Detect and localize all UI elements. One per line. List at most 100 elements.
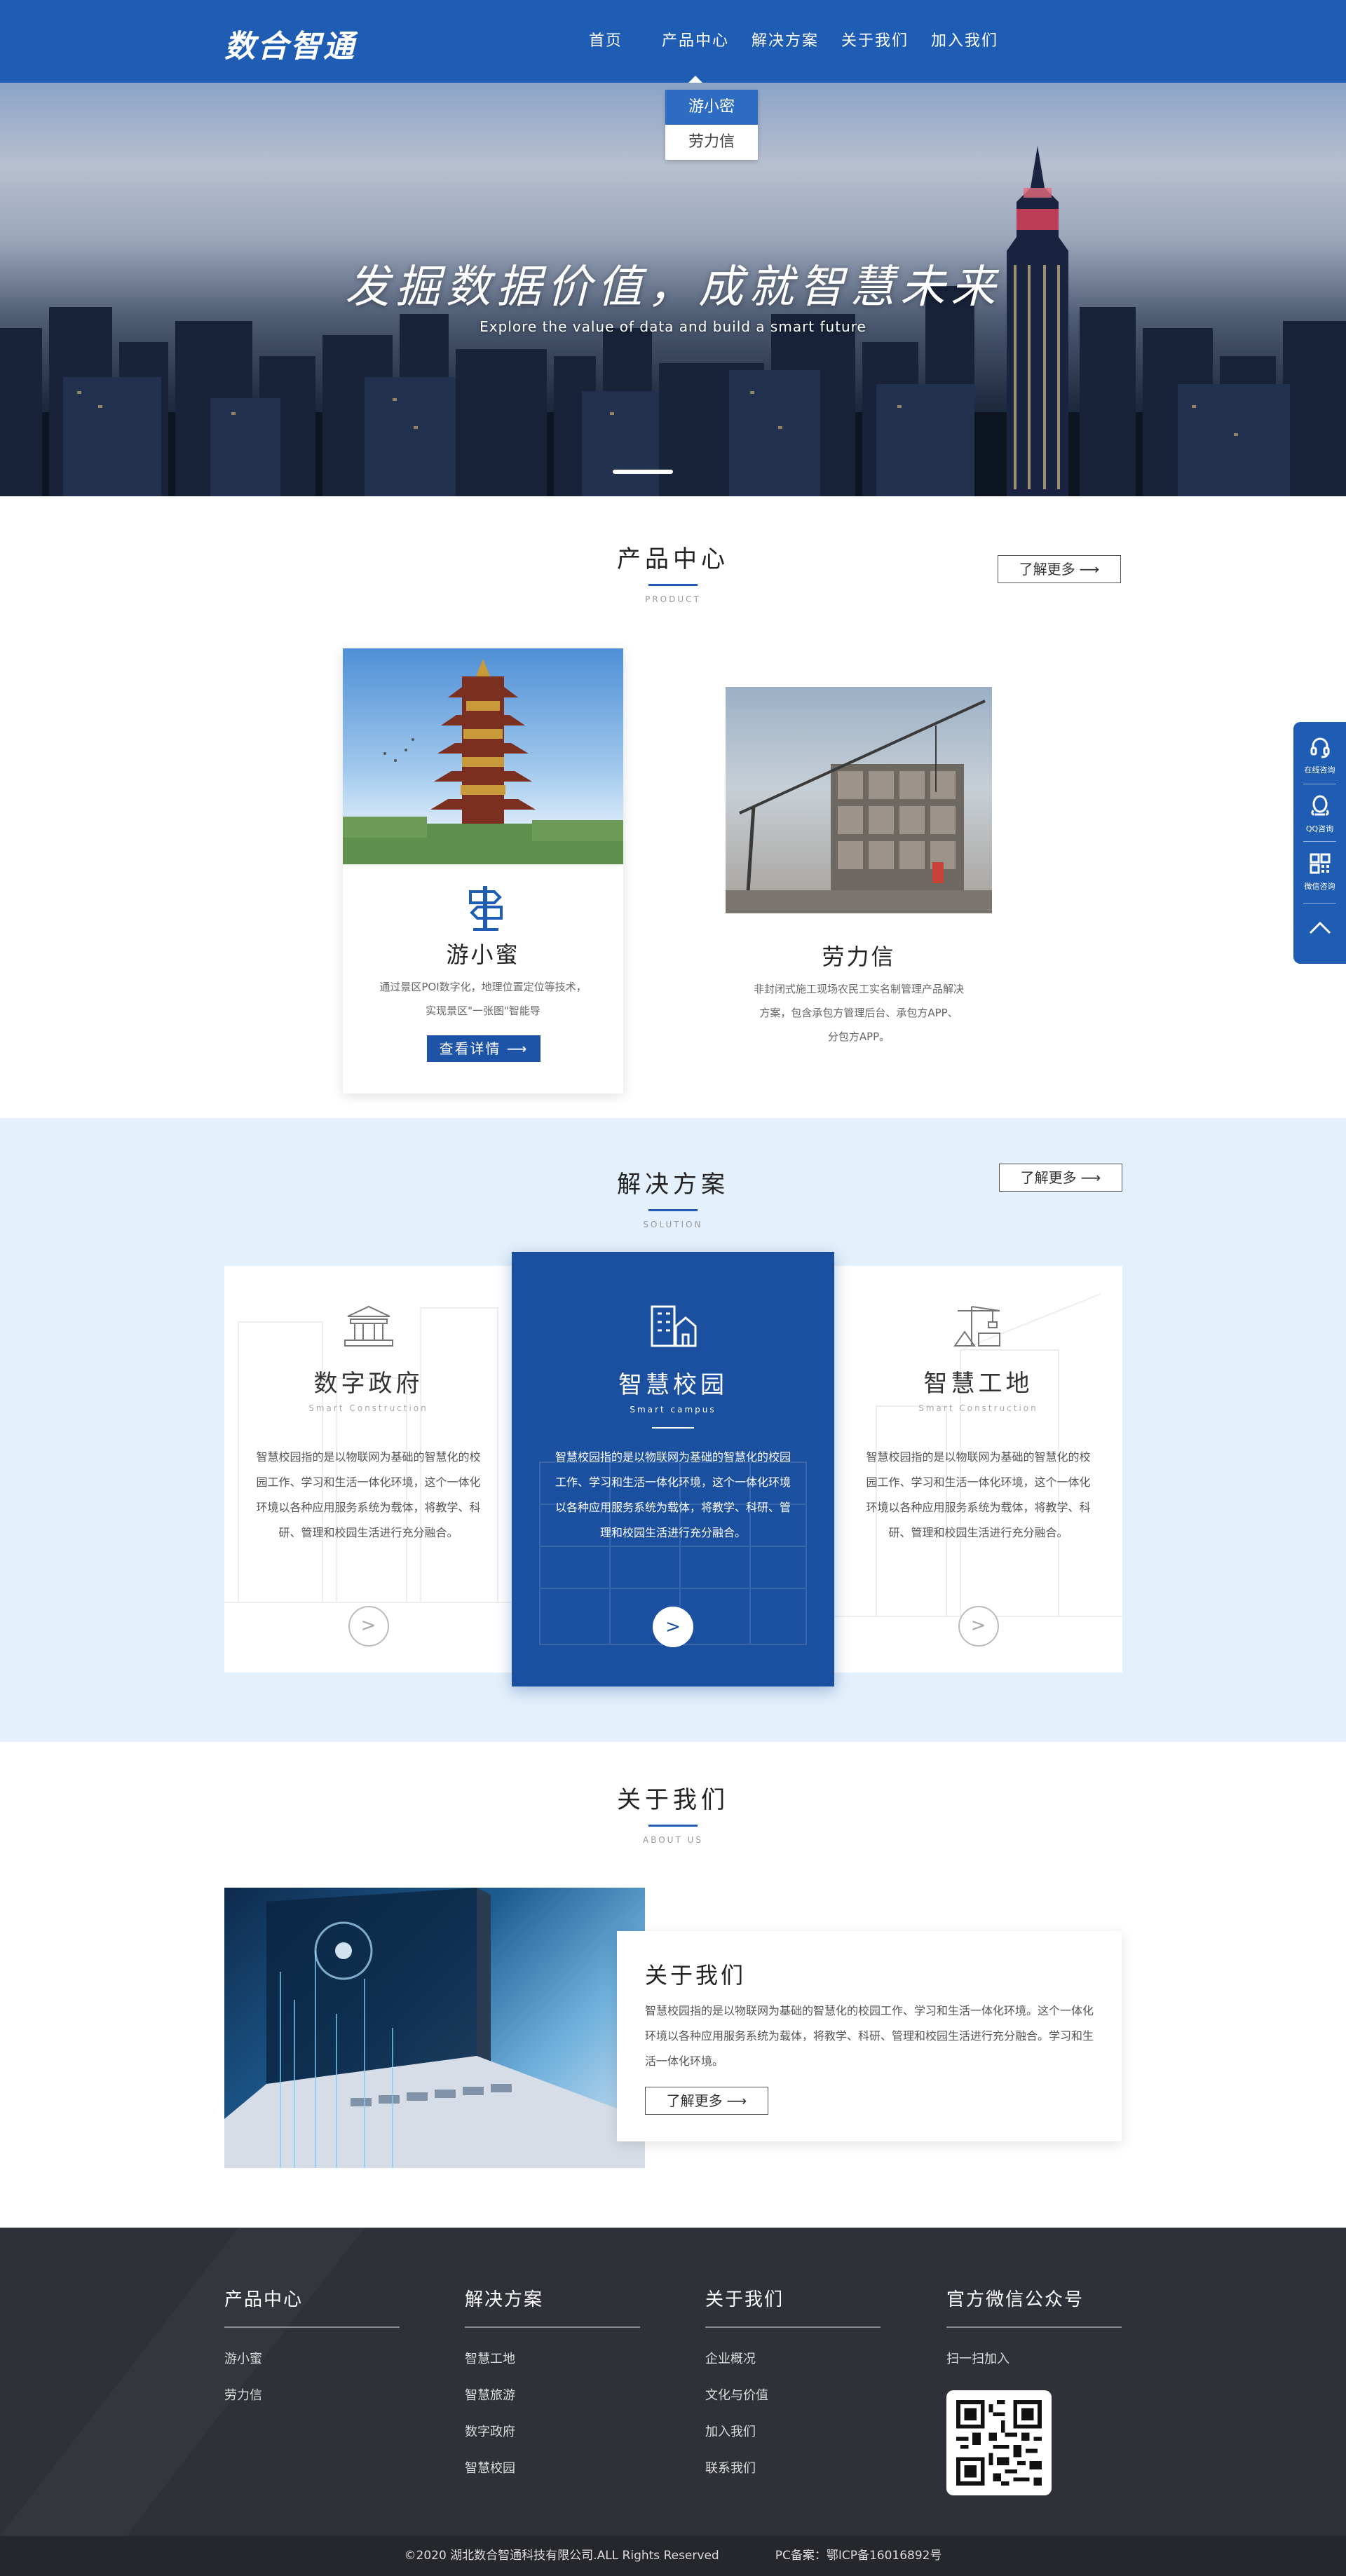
solution-card-smart-campus[interactable]: 智慧校园 Smart campus 智慧校园指的是以物联网为基础的智慧化的校园工… bbox=[512, 1252, 834, 1686]
side-item-label: 微信咨询 bbox=[1304, 882, 1335, 891]
footer-column-title: 产品中心 bbox=[224, 2285, 400, 2328]
signpost-icon bbox=[469, 886, 503, 931]
solution-name: 智慧校园 bbox=[618, 1371, 728, 1399]
site-logo[interactable]: 数合智通 bbox=[224, 21, 356, 66]
footer-link[interactable]: 智慧旅游 bbox=[465, 2385, 640, 2404]
product-name: 游小蜜 bbox=[446, 941, 520, 968]
solutions-section-title: 解决方案 SOLUTION bbox=[0, 1165, 1346, 1229]
solution-divider bbox=[652, 1427, 694, 1429]
nav-home[interactable]: 首页 bbox=[561, 0, 651, 83]
headset-icon bbox=[1310, 737, 1329, 758]
online-consult-button[interactable]: 在线咨询 bbox=[1293, 736, 1346, 775]
construction-crane-image[interactable] bbox=[726, 687, 992, 913]
view-details-button[interactable]: 查看详情 ⟶ bbox=[427, 1035, 541, 1062]
products-title: 产品中心 bbox=[617, 545, 729, 573]
about-section-title: 关于我们 ABOUT US bbox=[0, 1780, 1346, 1845]
arrow-right-icon: ⟶ bbox=[1079, 561, 1100, 578]
nav-products[interactable]: 产品中心 bbox=[651, 0, 740, 83]
title-underline bbox=[648, 1209, 698, 1211]
solution-name-en: Smart campus bbox=[630, 1405, 716, 1415]
solutions-more-button[interactable]: 了解更多 ⟶ bbox=[999, 1164, 1122, 1192]
chevron-right-icon[interactable]: > bbox=[348, 1606, 389, 1647]
copyright-text: ©2020 湖北数合智通科技有限公司.ALL Rights Reserved bbox=[404, 2549, 719, 2563]
site-header: 数合智通 首页 产品中心 解决方案 关于我们 加入我们 bbox=[0, 0, 1346, 83]
footer-column-wechat: 官方微信公众号 扫一扫加入 bbox=[946, 2285, 1122, 2509]
footer-link[interactable]: 游小蜜 bbox=[224, 2349, 400, 2367]
arrow-right-icon: ⟶ bbox=[726, 2092, 747, 2109]
wechat-qrcode-image bbox=[946, 2390, 1052, 2495]
footer-link[interactable]: 联系我们 bbox=[705, 2458, 881, 2476]
qq-icon bbox=[1310, 795, 1329, 816]
footer-column-title: 官方微信公众号 bbox=[946, 2285, 1122, 2328]
solution-name-en: Smart Construction bbox=[308, 1403, 428, 1413]
product-desc: 通过景区POI数字化，地理位置定位等技术， 实现景区"一张图"智能导 bbox=[353, 975, 613, 1023]
government-building-icon bbox=[344, 1305, 393, 1347]
hero-title: 发掘数据价值，成就智慧未来 bbox=[345, 261, 1001, 313]
side-item-label: QQ咨询 bbox=[1305, 824, 1334, 833]
footer-column-title: 解决方案 bbox=[465, 2285, 640, 2328]
dropdown-item-youxiaomi[interactable]: 游小密 bbox=[665, 90, 758, 125]
products-title-en: PRODUCT bbox=[645, 594, 701, 604]
title-underline bbox=[648, 584, 698, 586]
products-more-button[interactable]: 了解更多 ⟶ bbox=[998, 555, 1121, 583]
footer-background-shape bbox=[0, 2228, 365, 2536]
copyright-bar: ©2020 湖北数合智通科技有限公司.ALL Rights Reserved PC… bbox=[0, 2536, 1346, 2576]
about-more-button[interactable]: 了解更多 ⟶ bbox=[645, 2087, 768, 2115]
footer-link[interactable]: 企业概况 bbox=[705, 2349, 881, 2367]
product-desc-line: 方案，包含承包方管理后台、承包方APP、 bbox=[759, 1007, 958, 1019]
divider bbox=[1303, 903, 1336, 904]
footer-link[interactable]: 智慧工地 bbox=[465, 2349, 640, 2367]
product-desc: 非封闭式施工现场农民工实名制管理产品解决 方案，包含承包方管理后台、承包方APP… bbox=[726, 977, 992, 1049]
solution-card-smart-construction[interactable]: 智慧工地 Smart Construction 智慧校园指的是以物联网为基础的智… bbox=[834, 1266, 1122, 1672]
solution-card-digital-government[interactable]: 数字政府 Smart Construction 智慧校园指的是以物联网为基础的智… bbox=[224, 1266, 512, 1672]
carousel-indicator bbox=[613, 470, 673, 474]
more-label: 了解更多 bbox=[666, 2092, 723, 2109]
divider bbox=[1303, 841, 1336, 842]
chevron-right-icon[interactable]: > bbox=[958, 1606, 999, 1647]
chevron-right-icon[interactable]: > bbox=[653, 1607, 693, 1647]
qrcode-icon bbox=[1310, 853, 1330, 874]
about-title: 关于我们 bbox=[617, 1786, 729, 1814]
product-desc-line: 非封闭式施工现场农民工实名制管理产品解决 bbox=[753, 983, 964, 995]
carousel-dot-active[interactable] bbox=[613, 470, 673, 474]
side-item-label: 在线咨询 bbox=[1304, 765, 1335, 775]
product-name: 劳力信 bbox=[822, 943, 896, 970]
about-title-en: ABOUT US bbox=[642, 1835, 703, 1845]
site-footer: 产品中心 游小蜜 劳力信 解决方案 智慧工地 智慧旅游 数字政府 智慧校园 关于… bbox=[0, 2228, 1346, 2536]
solutions-title-en: SOLUTION bbox=[643, 1220, 703, 1229]
qq-consult-button[interactable]: QQ咨询 bbox=[1293, 795, 1346, 834]
crane-icon bbox=[953, 1306, 1000, 1347]
products-dropdown: 游小密 劳力信 bbox=[665, 90, 758, 160]
nav-join[interactable]: 加入我们 bbox=[920, 0, 1010, 83]
footer-link[interactable]: 文化与价值 bbox=[705, 2385, 881, 2404]
arrow-right-icon: ⟶ bbox=[506, 1040, 529, 1057]
wechat-consult-button[interactable]: 微信咨询 bbox=[1293, 852, 1346, 892]
footer-column-title: 关于我们 bbox=[705, 2285, 881, 2328]
more-label: 了解更多 bbox=[1019, 561, 1075, 578]
product-desc-line: 实现景区"一张图"智能导 bbox=[426, 1004, 541, 1017]
solution-name-en: Smart Construction bbox=[918, 1403, 1038, 1413]
main-nav: 首页 产品中心 解决方案 关于我们 加入我们 bbox=[561, 0, 1010, 83]
about-card-title: 关于我们 bbox=[645, 1962, 747, 1989]
footer-column-about: 关于我们 企业概况 文化与价值 加入我们 联系我们 bbox=[705, 2285, 881, 2476]
solution-desc: 智慧校园指的是以物联网为基础的智慧化的校园工作、学习和生活一体化环境，这个一体化… bbox=[866, 1450, 1091, 1539]
arrow-right-icon: ⟶ bbox=[1080, 1169, 1101, 1186]
dropdown-item-laolixin[interactable]: 劳力信 bbox=[665, 125, 758, 160]
laptop-tech-image bbox=[224, 1888, 645, 2168]
footer-link[interactable]: 劳力信 bbox=[224, 2385, 400, 2404]
icp-record[interactable]: PC备案：鄂ICP备16016892号 bbox=[775, 2549, 942, 2563]
nav-solutions[interactable]: 解决方案 bbox=[740, 0, 830, 83]
footer-link[interactable]: 加入我们 bbox=[705, 2422, 881, 2440]
about-card-text: 智慧校园指的是以物联网为基础的智慧化的校园工作、学习和生活一体化环境。这个一体化… bbox=[645, 2004, 1094, 2068]
footer-link[interactable]: 数字政府 bbox=[465, 2422, 640, 2440]
solution-desc: 智慧校园指的是以物联网为基础的智慧化的校园工作、学习和生活一体化环境，这个一体化… bbox=[256, 1450, 481, 1539]
footer-column-products: 产品中心 游小蜜 劳力信 bbox=[224, 2285, 400, 2404]
product-card-youxiaomi[interactable]: 游小蜜 通过景区POI数字化，地理位置定位等技术， 实现景区"一张图"智能导 查… bbox=[343, 648, 623, 1093]
solution-name: 数字政府 bbox=[313, 1370, 423, 1398]
campus-building-icon bbox=[651, 1305, 697, 1347]
back-to-top-button[interactable] bbox=[1293, 920, 1346, 938]
footer-link: 扫一扫加入 bbox=[946, 2352, 1010, 2366]
footer-column-solutions: 解决方案 智慧工地 智慧旅游 数字政府 智慧校园 bbox=[465, 2285, 640, 2476]
nav-about[interactable]: 关于我们 bbox=[830, 0, 920, 83]
footer-link[interactable]: 智慧校园 bbox=[465, 2458, 640, 2476]
